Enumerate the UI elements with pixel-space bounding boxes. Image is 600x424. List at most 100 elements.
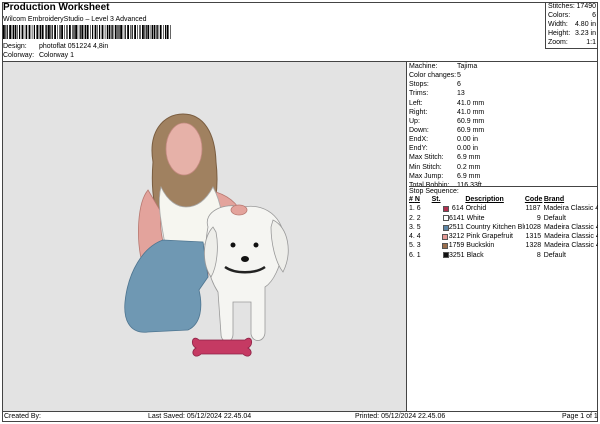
barcode-bar <box>6 25 8 39</box>
barcode-bar <box>99 25 101 39</box>
barcode-bar <box>108 25 111 39</box>
stat-height: Height: 3.23 in <box>548 30 596 37</box>
barcode-bar <box>64 25 65 39</box>
barcode-bar <box>9 25 11 39</box>
barcode-bar <box>104 25 106 39</box>
table-row: 1. 6 614 Orchid 1187 Madeira Classic 40 <box>409 205 598 213</box>
barcode-bar <box>118 25 120 39</box>
barcode-bar <box>12 25 14 39</box>
color-swatch <box>442 252 449 259</box>
design-row: Design: photoflat 051224 4,8in <box>3 43 108 50</box>
dog-eye-right <box>253 242 259 248</box>
colorway-value: Colorway 1 <box>38 52 74 59</box>
info-machine: Machine: Tajima <box>409 63 478 70</box>
barcode-bar <box>86 25 89 39</box>
info-up: Up: 60.9 mm <box>409 117 485 125</box>
footer-divider <box>2 411 598 412</box>
barcode-bar <box>157 25 159 39</box>
table-row: 2. 2 6141 White 9 Default <box>409 214 566 222</box>
barcode-bar <box>127 25 129 39</box>
girl-hand <box>230 204 248 216</box>
design-preview-canvas[interactable] <box>3 62 407 411</box>
barcode-bar <box>112 25 114 39</box>
barcode-bar <box>81 25 84 39</box>
barcode-bar <box>5 25 6 39</box>
info-down: Down: 60.9 mm <box>409 126 485 134</box>
barcode-bar <box>156 25 157 39</box>
barcode-bar <box>14 25 17 39</box>
embroidery-design-image <box>124 113 289 357</box>
barcode-bar <box>77 25 79 39</box>
info-right: Right: 41.0 mm <box>409 108 485 116</box>
footer-page: Page 1 of 1 <box>562 413 598 420</box>
barcode-bar <box>66 25 68 39</box>
barcode <box>3 25 171 39</box>
dog-eye-left <box>230 242 236 248</box>
barcode-bar <box>147 25 150 39</box>
colorway-label: Colorway: <box>3 52 35 59</box>
info-max-jump: Max Jump: 6.9 mm <box>409 172 481 180</box>
stat-colors: Colors: 6 <box>548 12 596 19</box>
barcode-bar <box>124 25 126 39</box>
design-label: Design: <box>3 43 27 50</box>
barcode-bar <box>131 25 133 39</box>
barcode-bar <box>33 25 35 39</box>
barcode-bar <box>163 25 164 39</box>
barcode-bar <box>145 25 147 39</box>
barcode-bar <box>41 25 44 39</box>
girl-jeans <box>124 239 209 333</box>
barcode-bar <box>79 25 81 39</box>
barcode-bar <box>170 25 171 39</box>
color-swatch <box>442 233 449 240</box>
barcode-bar <box>151 25 153 39</box>
barcode-bar <box>150 25 152 39</box>
barcode-bar <box>26 25 28 39</box>
toy-bone <box>191 337 253 357</box>
barcode-bar <box>3 25 5 39</box>
barcode-bar <box>46 25 48 39</box>
barcode-bar <box>11 25 13 39</box>
barcode-bar <box>94 25 97 39</box>
barcode-bar <box>130 25 131 39</box>
barcode-bar <box>28 25 31 39</box>
barcode-bar <box>90 25 91 39</box>
colorway-row: Colorway: Colorway 1 <box>3 52 74 59</box>
barcode-bar <box>75 25 77 39</box>
barcode-bar <box>54 25 56 39</box>
barcode-bar <box>137 25 138 39</box>
barcode-bar <box>24 25 26 39</box>
barcode-bar <box>45 25 46 39</box>
stat-zoom: Zoom: 1:1 <box>548 39 596 46</box>
dog-nose <box>241 256 249 262</box>
info-trims: Trims: 13 <box>409 90 465 98</box>
barcode-bar <box>69 25 71 39</box>
info-color-changes: Color changes: 5 <box>409 72 461 80</box>
barcode-bar <box>134 25 136 39</box>
barcode-bar <box>159 25 162 39</box>
software-subtitle: Wilcom EmbroideryStudio – Level 3 Advanc… <box>3 16 147 23</box>
barcode-bar <box>101 25 104 39</box>
footer-last-saved: Last Saved: 05/12/2024 22.45.04 <box>148 413 252 420</box>
info-max-stitch: Max Stitch: 6.9 mm <box>409 154 481 162</box>
barcode-bar <box>117 25 118 39</box>
barcode-bar <box>51 25 53 39</box>
design-stats-panel: Stitches: 17490 Colors: 6 Width: 4.80 in He… <box>545 2 598 49</box>
machine-info-panel: Machine: Tajima Color changes: 5 Stops: 6 T… <box>409 62 598 190</box>
barcode-bar <box>166 25 169 39</box>
page-title: Production Worksheet <box>3 2 110 13</box>
barcode-bar <box>40 25 42 39</box>
table-row: 5. 3 1759 Buckskin 1328 Madeira Classic 40 <box>409 242 598 250</box>
barcode-bar <box>165 25 167 39</box>
barcode-bar <box>19 25 21 39</box>
barcode-bar <box>36 25 39 39</box>
barcode-bar <box>120 25 122 39</box>
barcode-bar <box>122 25 124 39</box>
barcode-bar <box>73 25 75 39</box>
barcode-bar <box>48 25 50 39</box>
barcode-bar <box>97 25 98 39</box>
info-endx: EndX: 0.00 in <box>409 136 479 144</box>
footer-created-by: Created By: <box>4 413 41 420</box>
barcode-bar <box>21 25 24 39</box>
barcode-bar <box>153 25 156 39</box>
barcode-bar <box>142 25 144 39</box>
